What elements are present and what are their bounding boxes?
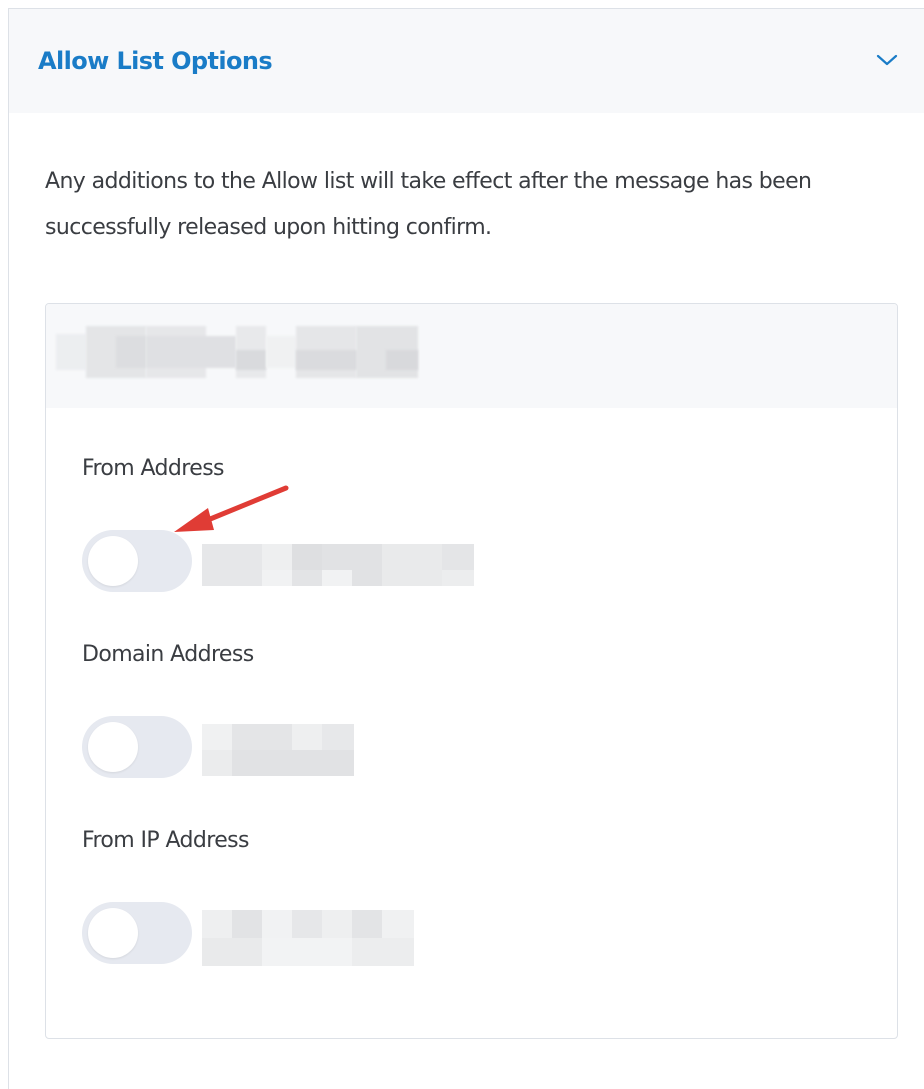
from-ip-address-toggle[interactable] — [82, 902, 192, 964]
from-ip-address-label: From IP Address — [82, 828, 249, 853]
domain-address-value-redacted — [202, 724, 354, 776]
allow-list-options-panel: Allow List Options Any additions to the … — [8, 8, 924, 1089]
from-address-value-redacted — [202, 544, 474, 586]
allow-list-description: Any additions to the Allow list will tak… — [45, 169, 812, 240]
toggle-knob — [88, 722, 138, 772]
allow-list-options-header[interactable]: Allow List Options — [9, 9, 924, 113]
from-ip-address-value-redacted — [202, 910, 414, 966]
from-address-toggle[interactable] — [82, 530, 192, 592]
section-title[interactable]: Allow List Options — [38, 47, 273, 75]
chevron-down-icon[interactable] — [875, 52, 899, 68]
from-address-label: From Address — [82, 456, 225, 481]
domain-address-toggle[interactable] — [82, 716, 192, 778]
domain-address-label: Domain Address — [82, 642, 254, 667]
toggle-knob — [88, 536, 138, 586]
redacted-header-text — [56, 326, 418, 378]
allow-list-card: From Address Domain Address From IP Addr… — [45, 303, 898, 1039]
card-header — [46, 304, 897, 408]
toggle-knob — [88, 908, 138, 958]
red-arrow-annotation — [174, 485, 289, 532]
